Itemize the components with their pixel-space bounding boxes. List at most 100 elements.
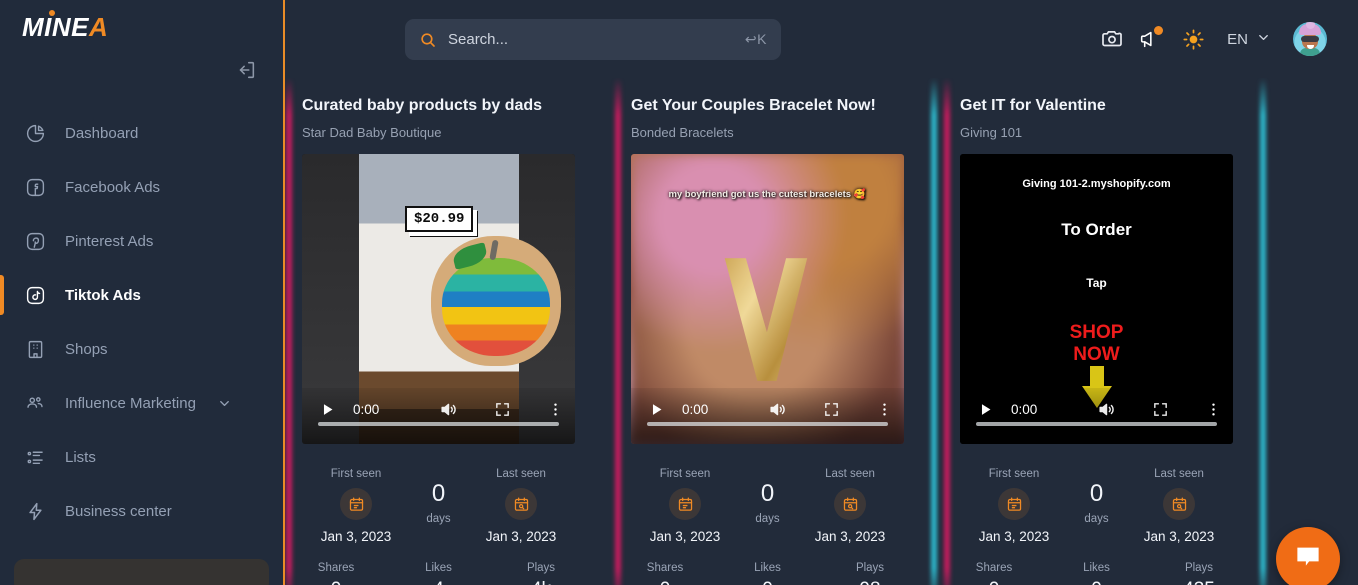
first-seen-label: First seen: [988, 468, 1040, 480]
topbar-actions: EN: [1138, 22, 1338, 56]
calendar-last-seen-icon: [505, 488, 537, 520]
sidebar-item-label: Tiktok Ads: [65, 286, 141, 304]
metric-value: 0: [966, 579, 1022, 585]
days-count: 0: [760, 480, 775, 507]
metric-value: 0: [1069, 579, 1125, 585]
chevron-down-icon[interactable]: [217, 396, 232, 411]
sidebar-item-shops[interactable]: Shops: [0, 322, 283, 376]
calendar-last-seen-icon: [1163, 488, 1195, 520]
search-input[interactable]: [448, 31, 734, 48]
volume-button[interactable]: [439, 400, 458, 419]
last-seen-block: Last seen Jan 3, 2023: [1127, 468, 1231, 544]
metric-likes: Likes 0: [740, 562, 796, 585]
first-seen-block: First seen Jan 3, 2023: [962, 468, 1066, 544]
ad-card[interactable]: Get Your Couples Bracelet Now! Bonded Br…: [631, 78, 904, 585]
video-player[interactable]: Giving 101-2.myshopify.com To Order Tap …: [960, 154, 1233, 444]
metric-value: 435: [1171, 579, 1227, 585]
sun-icon[interactable]: [1182, 28, 1205, 51]
avatar-body: [1300, 48, 1320, 56]
days-block: 0 days: [1068, 468, 1126, 526]
video-progress-bar[interactable]: [647, 422, 888, 426]
fullscreen-button[interactable]: [823, 401, 840, 418]
metric-label: Likes: [754, 562, 781, 574]
first-seen-date: Jan 3, 2023: [978, 529, 1050, 544]
sidebar-item-label: Shops: [65, 340, 108, 358]
megaphone-icon[interactable]: [1138, 26, 1164, 50]
volume-button[interactable]: [768, 400, 787, 419]
lightning-bolt-icon: [22, 498, 48, 524]
last-seen-date: Jan 3, 2023: [1143, 529, 1215, 544]
ad-card-shop-name: Bonded Bracelets: [631, 125, 734, 140]
language-selector[interactable]: EN: [1227, 30, 1271, 49]
days-block: 0 days: [739, 468, 797, 526]
days-label: days: [755, 513, 780, 525]
sidebar-item-facebook-ads[interactable]: Facebook Ads: [0, 160, 283, 214]
fullscreen-button[interactable]: [1152, 401, 1169, 418]
video-cta-text: SHOP NOW: [960, 322, 1233, 366]
camera-icon[interactable]: [1100, 27, 1124, 51]
sidebar-item-pinterest-ads[interactable]: Pinterest Ads: [0, 214, 283, 268]
video-player[interactable]: $20.99 0:00: [302, 154, 575, 444]
more-options-button[interactable]: [547, 401, 564, 418]
more-options-button[interactable]: [876, 401, 893, 418]
calendar-last-seen-icon: [834, 488, 866, 520]
sidebar-item-label: Dashboard: [65, 124, 139, 142]
metric-plays: Plays 4k: [513, 562, 569, 585]
last-seen-date: Jan 3, 2023: [814, 529, 886, 544]
video-time: 0:00: [353, 401, 380, 417]
play-button[interactable]: [648, 401, 665, 418]
sidebar-item-influence-marketing[interactable]: Influence Marketing: [0, 376, 283, 430]
video-controls: 0:00: [631, 388, 904, 444]
ad-card-title: Curated baby products by dads: [302, 97, 543, 114]
metric-value: 0: [308, 579, 364, 585]
first-seen-date: Jan 3, 2023: [649, 529, 721, 544]
search-shortcut-hint: ↩K: [744, 31, 767, 47]
video-player[interactable]: my boyfriend got us the cutest bracelets…: [631, 154, 904, 444]
sidebar-item-tiktok-ads[interactable]: Tiktok Ads: [0, 268, 283, 322]
search-icon: [419, 31, 437, 49]
price-tag: $20.99: [405, 206, 474, 232]
calendar-first-seen-icon: [340, 488, 372, 520]
collapse-panel-icon[interactable]: [235, 59, 257, 81]
last-seen-date: Jan 3, 2023: [485, 529, 557, 544]
metric-likes: Likes 0: [1069, 562, 1125, 585]
logo-text-main: MINE: [22, 12, 89, 42]
metric-label: Shares: [975, 562, 1013, 574]
search-box[interactable]: ↩K: [405, 19, 781, 60]
sidebar-item-label: Pinterest Ads: [65, 232, 154, 250]
seen-row: First seen Jan 3, 2023 0 days Last seen: [302, 468, 575, 544]
metric-value: 4: [411, 579, 467, 585]
days-label: days: [1084, 513, 1109, 525]
building-icon: [22, 336, 48, 362]
days-count: 0: [431, 480, 446, 507]
metric-label: Likes: [425, 562, 452, 574]
app-logo[interactable]: MINEA: [0, 0, 283, 52]
video-progress-bar[interactable]: [318, 422, 559, 426]
avatar-sunglasses: [1301, 36, 1319, 42]
more-options-button[interactable]: [1205, 401, 1222, 418]
metric-plays: Plays 98: [842, 562, 898, 585]
sidebar-item-lists[interactable]: Lists: [0, 430, 283, 484]
ad-cards-list: Curated baby products by dads Star Dad B…: [285, 78, 1358, 585]
video-controls: 0:00: [960, 388, 1233, 444]
sidebar-item-business-center[interactable]: Business center: [0, 484, 283, 538]
ad-card[interactable]: Curated baby products by dads Star Dad B…: [302, 78, 575, 585]
seen-row: First seen Jan 3, 2023 0 days Last seen: [960, 468, 1233, 544]
ad-card[interactable]: Get IT for Valentine Giving 101 Giving 1…: [960, 78, 1233, 585]
metric-value: 0: [740, 579, 796, 585]
fullscreen-button[interactable]: [494, 401, 511, 418]
sidebar-footer-card[interactable]: [14, 559, 269, 585]
days-count: 0: [1089, 480, 1104, 507]
video-store-url: Giving 101-2.myshopify.com: [1022, 178, 1171, 190]
video-progress-bar[interactable]: [976, 422, 1217, 426]
sidebar-nav: Dashboard Facebook Ads Pinterest Ads Tik…: [0, 106, 283, 538]
ad-card-title: Get Your Couples Bracelet Now!: [631, 97, 876, 114]
chat-support-button[interactable]: [1276, 527, 1340, 585]
play-button[interactable]: [319, 401, 336, 418]
play-button[interactable]: [977, 401, 994, 418]
metric-label: Shares: [317, 562, 355, 574]
pinterest-icon: [22, 228, 48, 254]
sidebar-item-dashboard[interactable]: Dashboard: [0, 106, 283, 160]
volume-button[interactable]: [1097, 400, 1116, 419]
avatar[interactable]: [1293, 22, 1327, 56]
